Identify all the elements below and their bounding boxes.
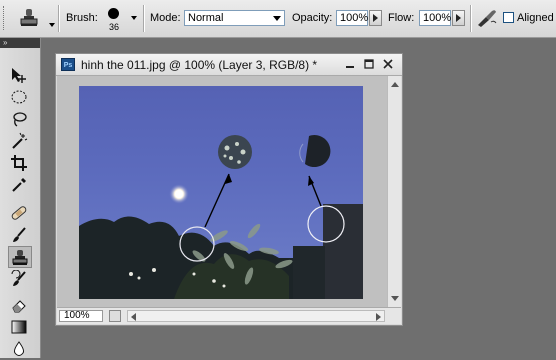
- flow-slider-button[interactable]: [452, 10, 465, 26]
- marquee-tool[interactable]: [8, 86, 32, 108]
- divider: [470, 5, 472, 32]
- status-bar: 100%: [57, 307, 401, 324]
- chevron-down-icon: [273, 16, 281, 21]
- flow-value: 100%: [423, 12, 452, 24]
- mode-value: Normal: [188, 12, 224, 24]
- scroll-up-icon[interactable]: [391, 82, 399, 87]
- opacity-field[interactable]: 100%: [336, 10, 368, 26]
- scroll-right-icon[interactable]: [376, 313, 381, 321]
- tool-preset-picker[interactable]: [18, 7, 55, 29]
- maximize-icon: [364, 59, 374, 69]
- close-icon: [383, 59, 393, 69]
- aligned-label: Aligned: [517, 12, 554, 24]
- opacity-slider-button[interactable]: [369, 10, 382, 26]
- move-tool[interactable]: [8, 64, 32, 86]
- opacity-value: 100%: [340, 12, 369, 24]
- photo-canvas[interactable]: [79, 86, 363, 299]
- eraser-icon: [12, 300, 26, 313]
- airbrush-icon: [478, 10, 497, 27]
- brush-icon: [13, 227, 26, 242]
- history-brush-tool[interactable]: [8, 268, 32, 290]
- photo-content: [79, 135, 363, 299]
- chevron-down-icon: [49, 23, 55, 27]
- horizontal-scrollbar[interactable]: [127, 310, 385, 322]
- photoshop-app-icon: Ps: [61, 58, 75, 71]
- clone-stamp-tool[interactable]: [8, 246, 32, 268]
- minimize-button[interactable]: [342, 57, 358, 71]
- aligned-checkbox[interactable]: [503, 12, 514, 23]
- options-bar-grip[interactable]: [3, 6, 8, 30]
- eyedropper-icon: [12, 178, 26, 192]
- flow-label: Flow:: [388, 12, 415, 24]
- blur-drop-icon: [14, 341, 24, 356]
- status-info-icon[interactable]: [109, 310, 121, 322]
- brush-size: 36: [109, 22, 120, 32]
- magic-wand-icon: [12, 132, 28, 149]
- minimize-icon: [346, 66, 354, 68]
- brush-label: Brush:: [66, 12, 98, 24]
- toolbox: »: [0, 38, 41, 358]
- cloned-patch-foliage: [218, 135, 252, 169]
- blur-tool[interactable]: [8, 338, 32, 360]
- clone-stamp-icon: [20, 9, 38, 26]
- opacity-label: Opacity:: [292, 12, 333, 24]
- move-icon: [12, 68, 26, 83]
- document-window: Ps hinh the 011.jpg @ 100% (Layer 3, RGB…: [55, 53, 403, 326]
- gradient-icon: [11, 320, 27, 334]
- scroll-down-icon[interactable]: [391, 296, 399, 301]
- toolbox-header[interactable]: »: [0, 38, 40, 48]
- magic-wand-tool[interactable]: [8, 130, 32, 152]
- history-brush-icon: [11, 270, 26, 286]
- healing-brush-tool[interactable]: [8, 202, 32, 224]
- collapse-glyph: »: [3, 38, 8, 47]
- eraser-tool[interactable]: [8, 294, 32, 316]
- arrow-left: [204, 173, 230, 228]
- document-title-bar[interactable]: Ps hinh the 011.jpg @ 100% (Layer 3, RGB…: [56, 54, 402, 76]
- crop-tool[interactable]: [8, 152, 32, 174]
- moon: [175, 190, 183, 198]
- mode-select[interactable]: Normal: [184, 10, 285, 26]
- app-icon-text: Ps: [63, 62, 73, 69]
- gradient-tool[interactable]: [8, 316, 32, 338]
- divider: [143, 5, 145, 32]
- crop-icon: [11, 155, 27, 171]
- zoom-value: 100%: [64, 310, 90, 321]
- zoom-field[interactable]: 100%: [59, 310, 103, 322]
- options-bar: Brush: 36 Mode: Normal Opacity: 100% Flo…: [0, 0, 556, 38]
- eyedropper-tool[interactable]: [8, 174, 32, 196]
- flow-field[interactable]: 100%: [419, 10, 451, 26]
- divider: [58, 5, 60, 32]
- cloned-patch-building: [305, 135, 331, 168]
- canvas-area[interactable]: [57, 76, 387, 307]
- ellipse-marquee-icon: [11, 90, 27, 104]
- brush-tool[interactable]: [8, 224, 32, 246]
- document-title: hinh the 011.jpg @ 100% (Layer 3, RGB/8)…: [81, 58, 318, 72]
- vertical-scrollbar[interactable]: [387, 76, 401, 307]
- clone-stamp-icon: [12, 250, 28, 265]
- scroll-left-icon[interactable]: [131, 313, 136, 321]
- airbrush-button[interactable]: [476, 8, 498, 28]
- maximize-button[interactable]: [361, 57, 377, 71]
- lasso-icon: [13, 112, 27, 127]
- mode-label: Mode:: [150, 12, 181, 24]
- brush-preview[interactable]: [108, 8, 119, 19]
- lasso-tool[interactable]: [8, 108, 32, 130]
- bandage-icon: [11, 206, 27, 220]
- chevron-down-icon[interactable]: [131, 16, 137, 20]
- close-button[interactable]: [380, 57, 396, 71]
